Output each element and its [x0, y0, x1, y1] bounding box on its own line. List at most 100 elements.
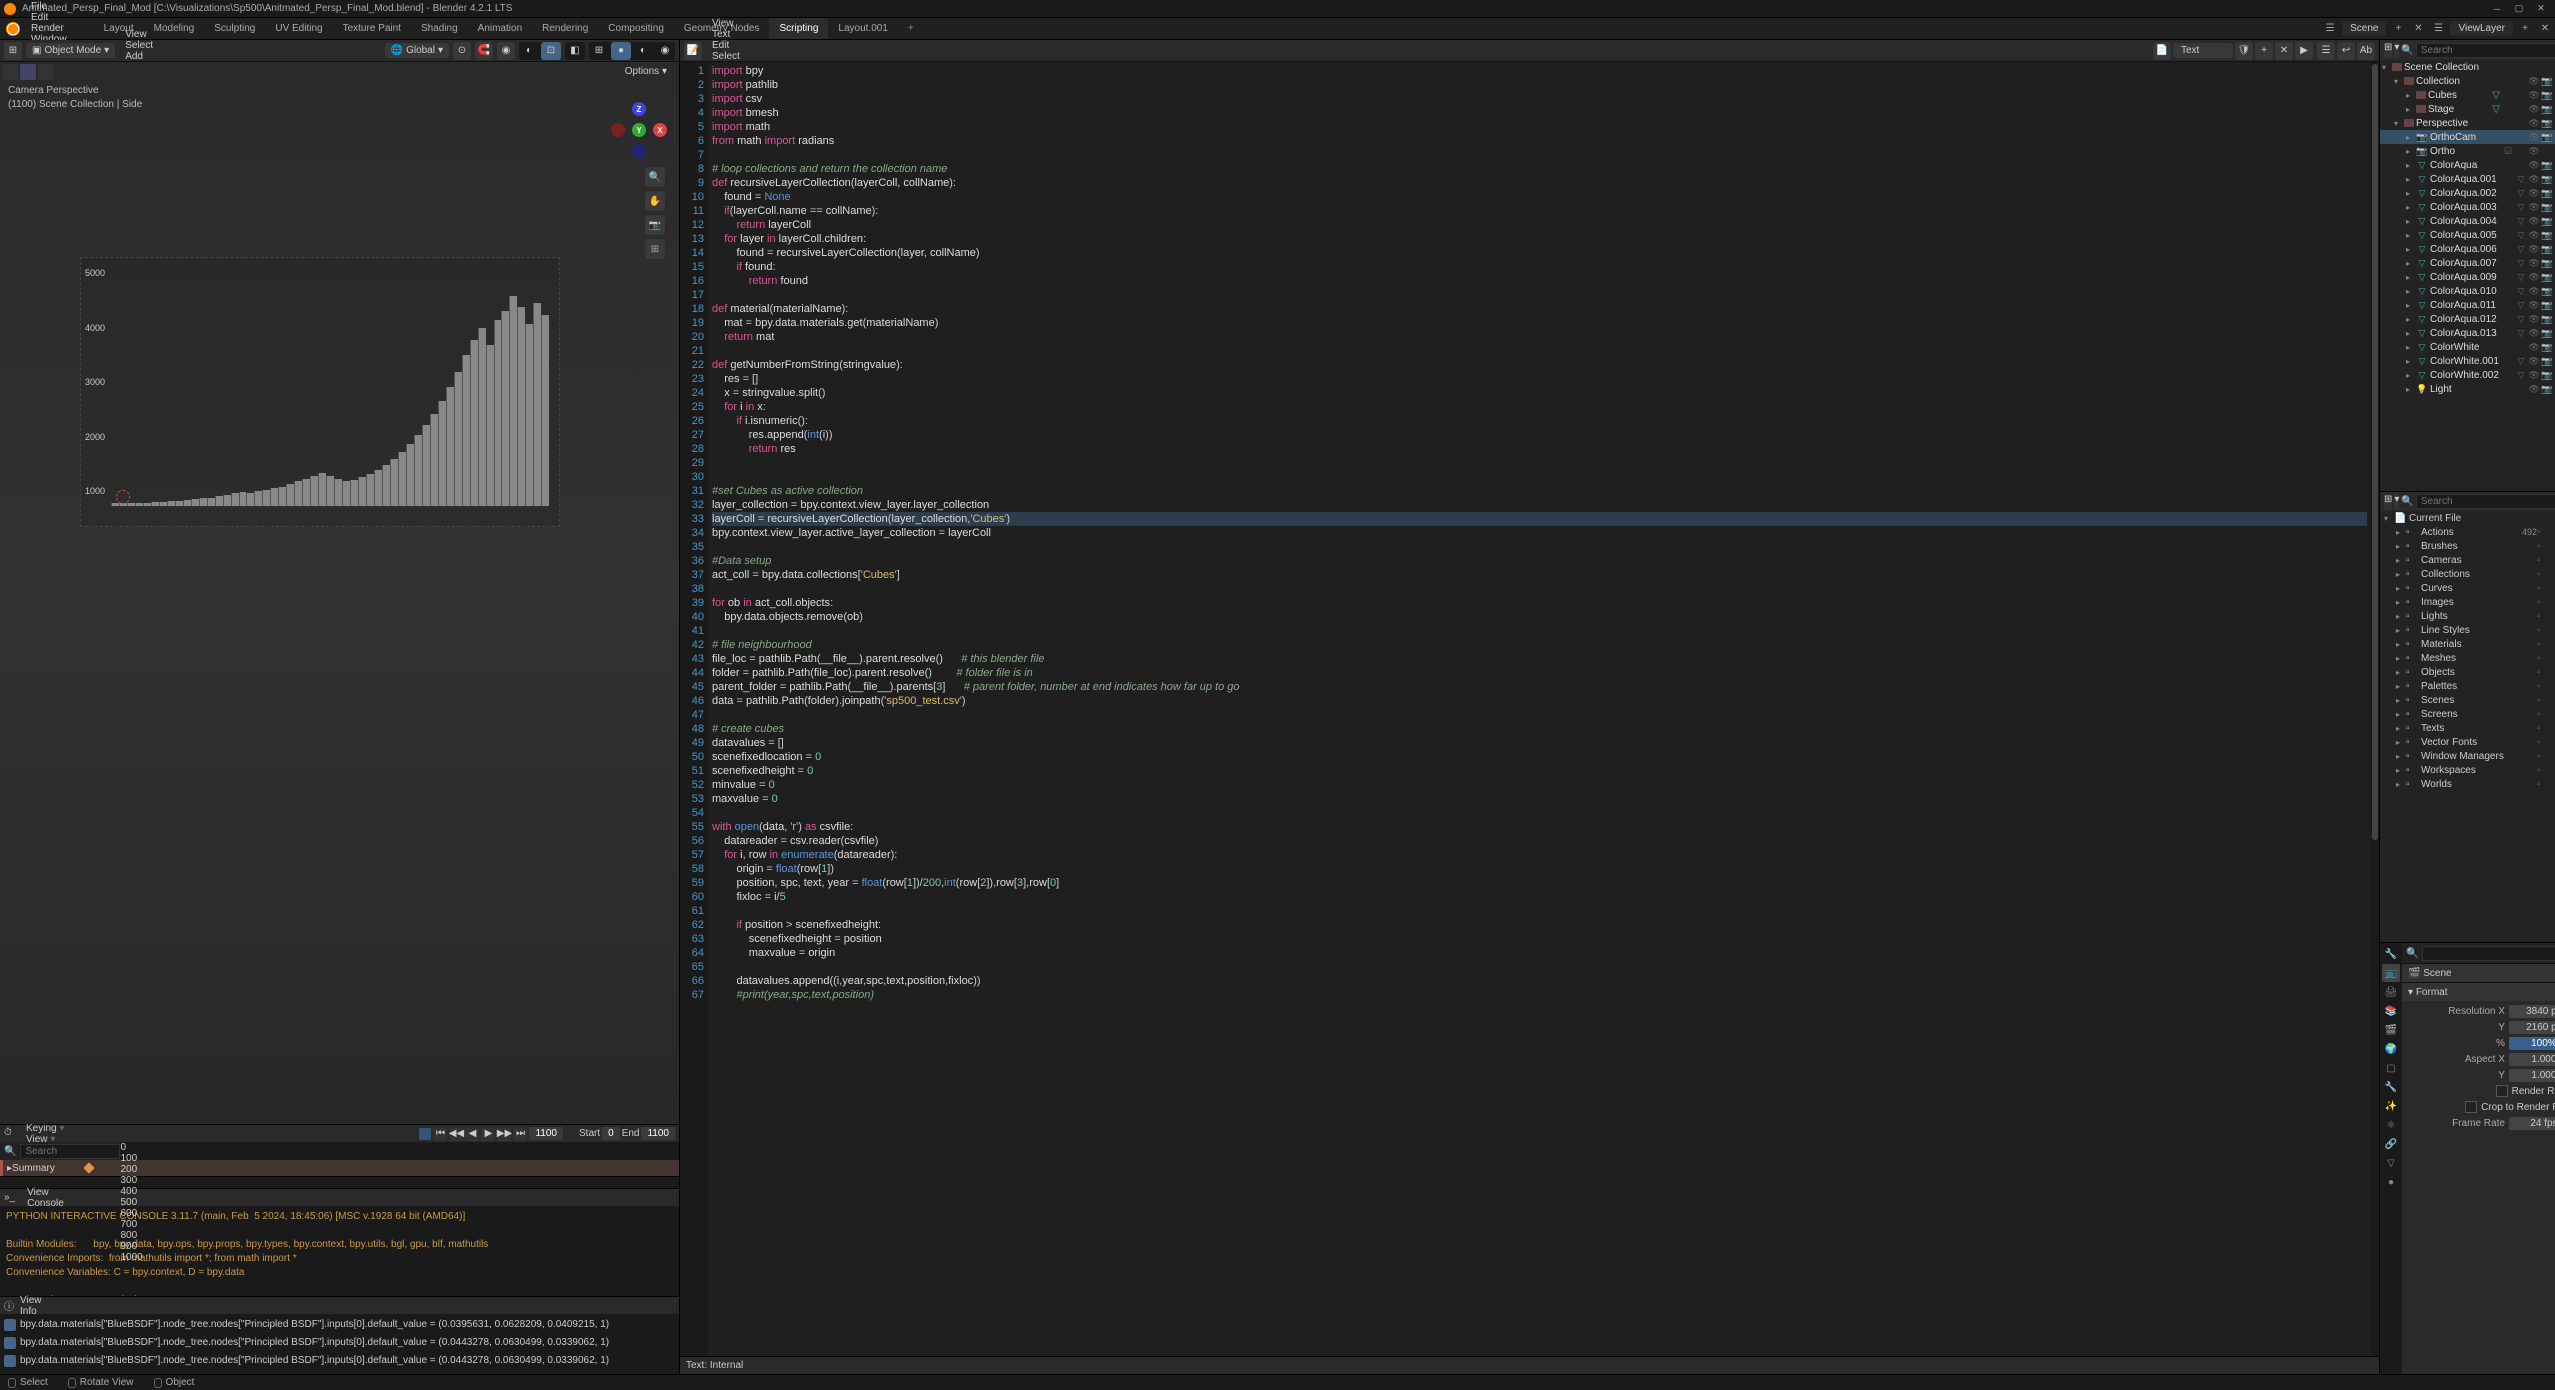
restrict-toggle-icon[interactable]: ▽ [2515, 271, 2527, 283]
blenddata-curves[interactable]: ▸▫Curves▫ [2380, 581, 2555, 595]
jump-start-icon[interactable]: ⏮ [433, 1127, 447, 1141]
restrict-toggle-icon[interactable]: 👁 [2528, 383, 2540, 395]
tab-object-icon[interactable]: ▢ [2382, 1059, 2400, 1077]
restrict-toggle-icon[interactable]: 👁 [2528, 117, 2540, 129]
outliner-row-perspective[interactable]: ▾Perspective👁📷 [2380, 116, 2555, 130]
restrict-toggle-icon[interactable] [2502, 215, 2514, 227]
vp-menu-view[interactable]: View [119, 29, 160, 40]
restrict-toggle-icon[interactable]: 📷 [2541, 257, 2553, 269]
restrict-toggle-icon[interactable]: 👁 [2528, 201, 2540, 213]
proportional-icon[interactable]: ◉ [497, 42, 515, 60]
rendered-shading-icon[interactable]: ◉ [655, 42, 675, 60]
text-editor-body[interactable]: 1234567891011121314151617181920212223242… [680, 62, 2379, 1356]
restrict-toggle-icon[interactable] [2502, 187, 2514, 199]
tab-world-icon[interactable]: 🌍 [2382, 1040, 2400, 1058]
info-operator-row[interactable]: bpy.data.materials["BlueBSDF"].node_tree… [4, 1334, 675, 1352]
scene-delete-icon[interactable]: ✕ [2410, 21, 2426, 37]
current-frame-field[interactable]: 1100 [529, 1127, 563, 1140]
menu-file[interactable]: File [24, 1, 74, 12]
restrict-toggle-icon[interactable] [2515, 383, 2527, 395]
restrict-toggle-icon[interactable]: ▽ [2515, 215, 2527, 227]
blenddata-search-input[interactable] [2416, 494, 2555, 509]
tab-scene-icon[interactable]: 🎬 [2382, 1021, 2400, 1039]
workspace-tab-rendering[interactable]: Rendering [532, 18, 598, 39]
end-frame-field[interactable]: 1100 [641, 1127, 675, 1140]
aspect-y-field[interactable]: 1.000 [2509, 1069, 2555, 1082]
workspace-tab-texture-paint[interactable]: Texture Paint [333, 18, 411, 39]
minimize-button[interactable]: ─ [2487, 2, 2507, 16]
resolution-x-field[interactable]: 3840 px [2509, 1005, 2555, 1018]
tool-cursor-icon[interactable] [20, 64, 36, 80]
restrict-toggle-icon[interactable]: 👁 [2528, 355, 2540, 367]
nav-gizmo[interactable]: X Y Z [611, 102, 667, 158]
close-button[interactable]: ✕ [2531, 2, 2551, 16]
restrict-toggle-icon[interactable] [2502, 89, 2514, 101]
play-icon[interactable]: ▶ [481, 1127, 495, 1141]
zoom-icon[interactable]: 🔍 [645, 167, 665, 187]
workspace-tab-animation[interactable]: Animation [468, 18, 532, 39]
text-menu-select[interactable]: Select [706, 51, 764, 62]
restrict-toggle-icon[interactable]: 📷 [2541, 117, 2553, 129]
outliner-row-coloraqua[interactable]: ▸▽ColorAqua👁📷 [2380, 158, 2555, 172]
restrict-toggle-icon[interactable]: 📷 [2541, 131, 2553, 143]
restrict-toggle-icon[interactable] [2515, 103, 2527, 115]
tab-viewlayer-icon[interactable]: 📚 [2382, 1002, 2400, 1020]
maximize-button[interactable]: ▢ [2509, 2, 2529, 16]
restrict-toggle-icon[interactable]: 👁 [2528, 327, 2540, 339]
menu-render[interactable]: Render [24, 23, 74, 34]
text-datablock-name[interactable]: Text [2173, 43, 2233, 58]
restrict-toggle-icon[interactable]: ☑ [2502, 145, 2514, 157]
text-menu-edit[interactable]: Edit [706, 40, 764, 51]
restrict-toggle-icon[interactable] [2515, 89, 2527, 101]
tab-data-icon[interactable]: ▽ [2382, 1154, 2400, 1172]
start-frame-field[interactable]: 0 [602, 1127, 620, 1140]
restrict-toggle-icon[interactable] [2515, 75, 2527, 87]
restrict-toggle-icon[interactable]: 📷 [2541, 355, 2553, 367]
restrict-toggle-icon[interactable]: ▽ [2515, 243, 2527, 255]
scene-breadcrumb[interactable]: 🎬 Scene 📌 [2402, 964, 2555, 982]
snap-icon[interactable]: 🧲 [475, 42, 493, 60]
workspace-tab-shading[interactable]: Shading [411, 18, 468, 39]
outliner-row-coloraqua-001[interactable]: ▸▽ColorAqua.001▽👁📷 [2380, 172, 2555, 186]
restrict-toggle-icon[interactable]: 📷 [2541, 383, 2553, 395]
restrict-toggle-icon[interactable] [2502, 313, 2514, 325]
editor-type-outliner-icon[interactable]: ⊞ [2384, 494, 2392, 510]
restrict-toggle-icon[interactable] [2502, 369, 2514, 381]
restrict-toggle-icon[interactable]: ▽ [2515, 187, 2527, 199]
editor-type-text-icon[interactable]: 📝 [684, 42, 702, 60]
restrict-toggle-icon[interactable]: 👁 [2528, 285, 2540, 297]
restrict-toggle-icon[interactable]: 👁 [2528, 341, 2540, 353]
viewlayer-selector[interactable]: ViewLayer [2450, 21, 2513, 36]
restrict-toggle-icon[interactable]: 📷 [2541, 313, 2553, 325]
restrict-toggle-icon[interactable] [2502, 159, 2514, 171]
restrict-toggle-icon[interactable] [2502, 75, 2514, 87]
display-mode-icon[interactable]: ▾ [2394, 494, 2399, 510]
restrict-toggle-icon[interactable]: 👁 [2528, 173, 2540, 185]
crop-region-checkbox[interactable] [2465, 1101, 2477, 1113]
workspace-tab-compositing[interactable]: Compositing [598, 18, 674, 39]
restrict-toggle-icon[interactable] [2502, 103, 2514, 115]
restrict-toggle-icon[interactable]: ▽ [2515, 313, 2527, 325]
vp-menu-add[interactable]: Add [119, 51, 160, 62]
overlays-toggle-icon[interactable]: ⊡ [541, 42, 561, 60]
line-numbers-icon[interactable]: ☰ [2317, 42, 2335, 60]
restrict-toggle-icon[interactable] [2502, 117, 2514, 129]
restrict-toggle-icon[interactable]: 👁 [2528, 159, 2540, 171]
restrict-toggle-icon[interactable] [2502, 383, 2514, 395]
axis-y-pos-icon[interactable]: Y [632, 123, 646, 137]
restrict-toggle-icon[interactable]: 📷 [2541, 159, 2553, 171]
restrict-toggle-icon[interactable]: 👁 [2528, 257, 2540, 269]
play-reverse-icon[interactable]: ◀ [465, 1127, 479, 1141]
restrict-toggle-icon[interactable]: 👁 [2528, 89, 2540, 101]
blenddata-palettes[interactable]: ▸▫Palettes▫ [2380, 679, 2555, 693]
restrict-toggle-icon[interactable]: 👁 [2528, 75, 2540, 87]
viewlayer-browse-icon[interactable]: ☰ [2430, 21, 2446, 37]
blenddata-lights[interactable]: ▸▫Lights▫ [2380, 609, 2555, 623]
tab-constraints-icon[interactable]: 🔗 [2382, 1135, 2400, 1153]
blenddata-window-managers[interactable]: ▸▫Window Managers▫ [2380, 749, 2555, 763]
resolution-y-field[interactable]: 2160 px [2509, 1021, 2555, 1034]
framerate-selector[interactable]: 24 fps [2509, 1117, 2555, 1130]
info-operator-row[interactable]: bpy.data.materials["BlueBSDF"].node_tree… [4, 1352, 675, 1370]
restrict-toggle-icon[interactable] [2502, 285, 2514, 297]
restrict-toggle-icon[interactable]: 👁 [2528, 369, 2540, 381]
